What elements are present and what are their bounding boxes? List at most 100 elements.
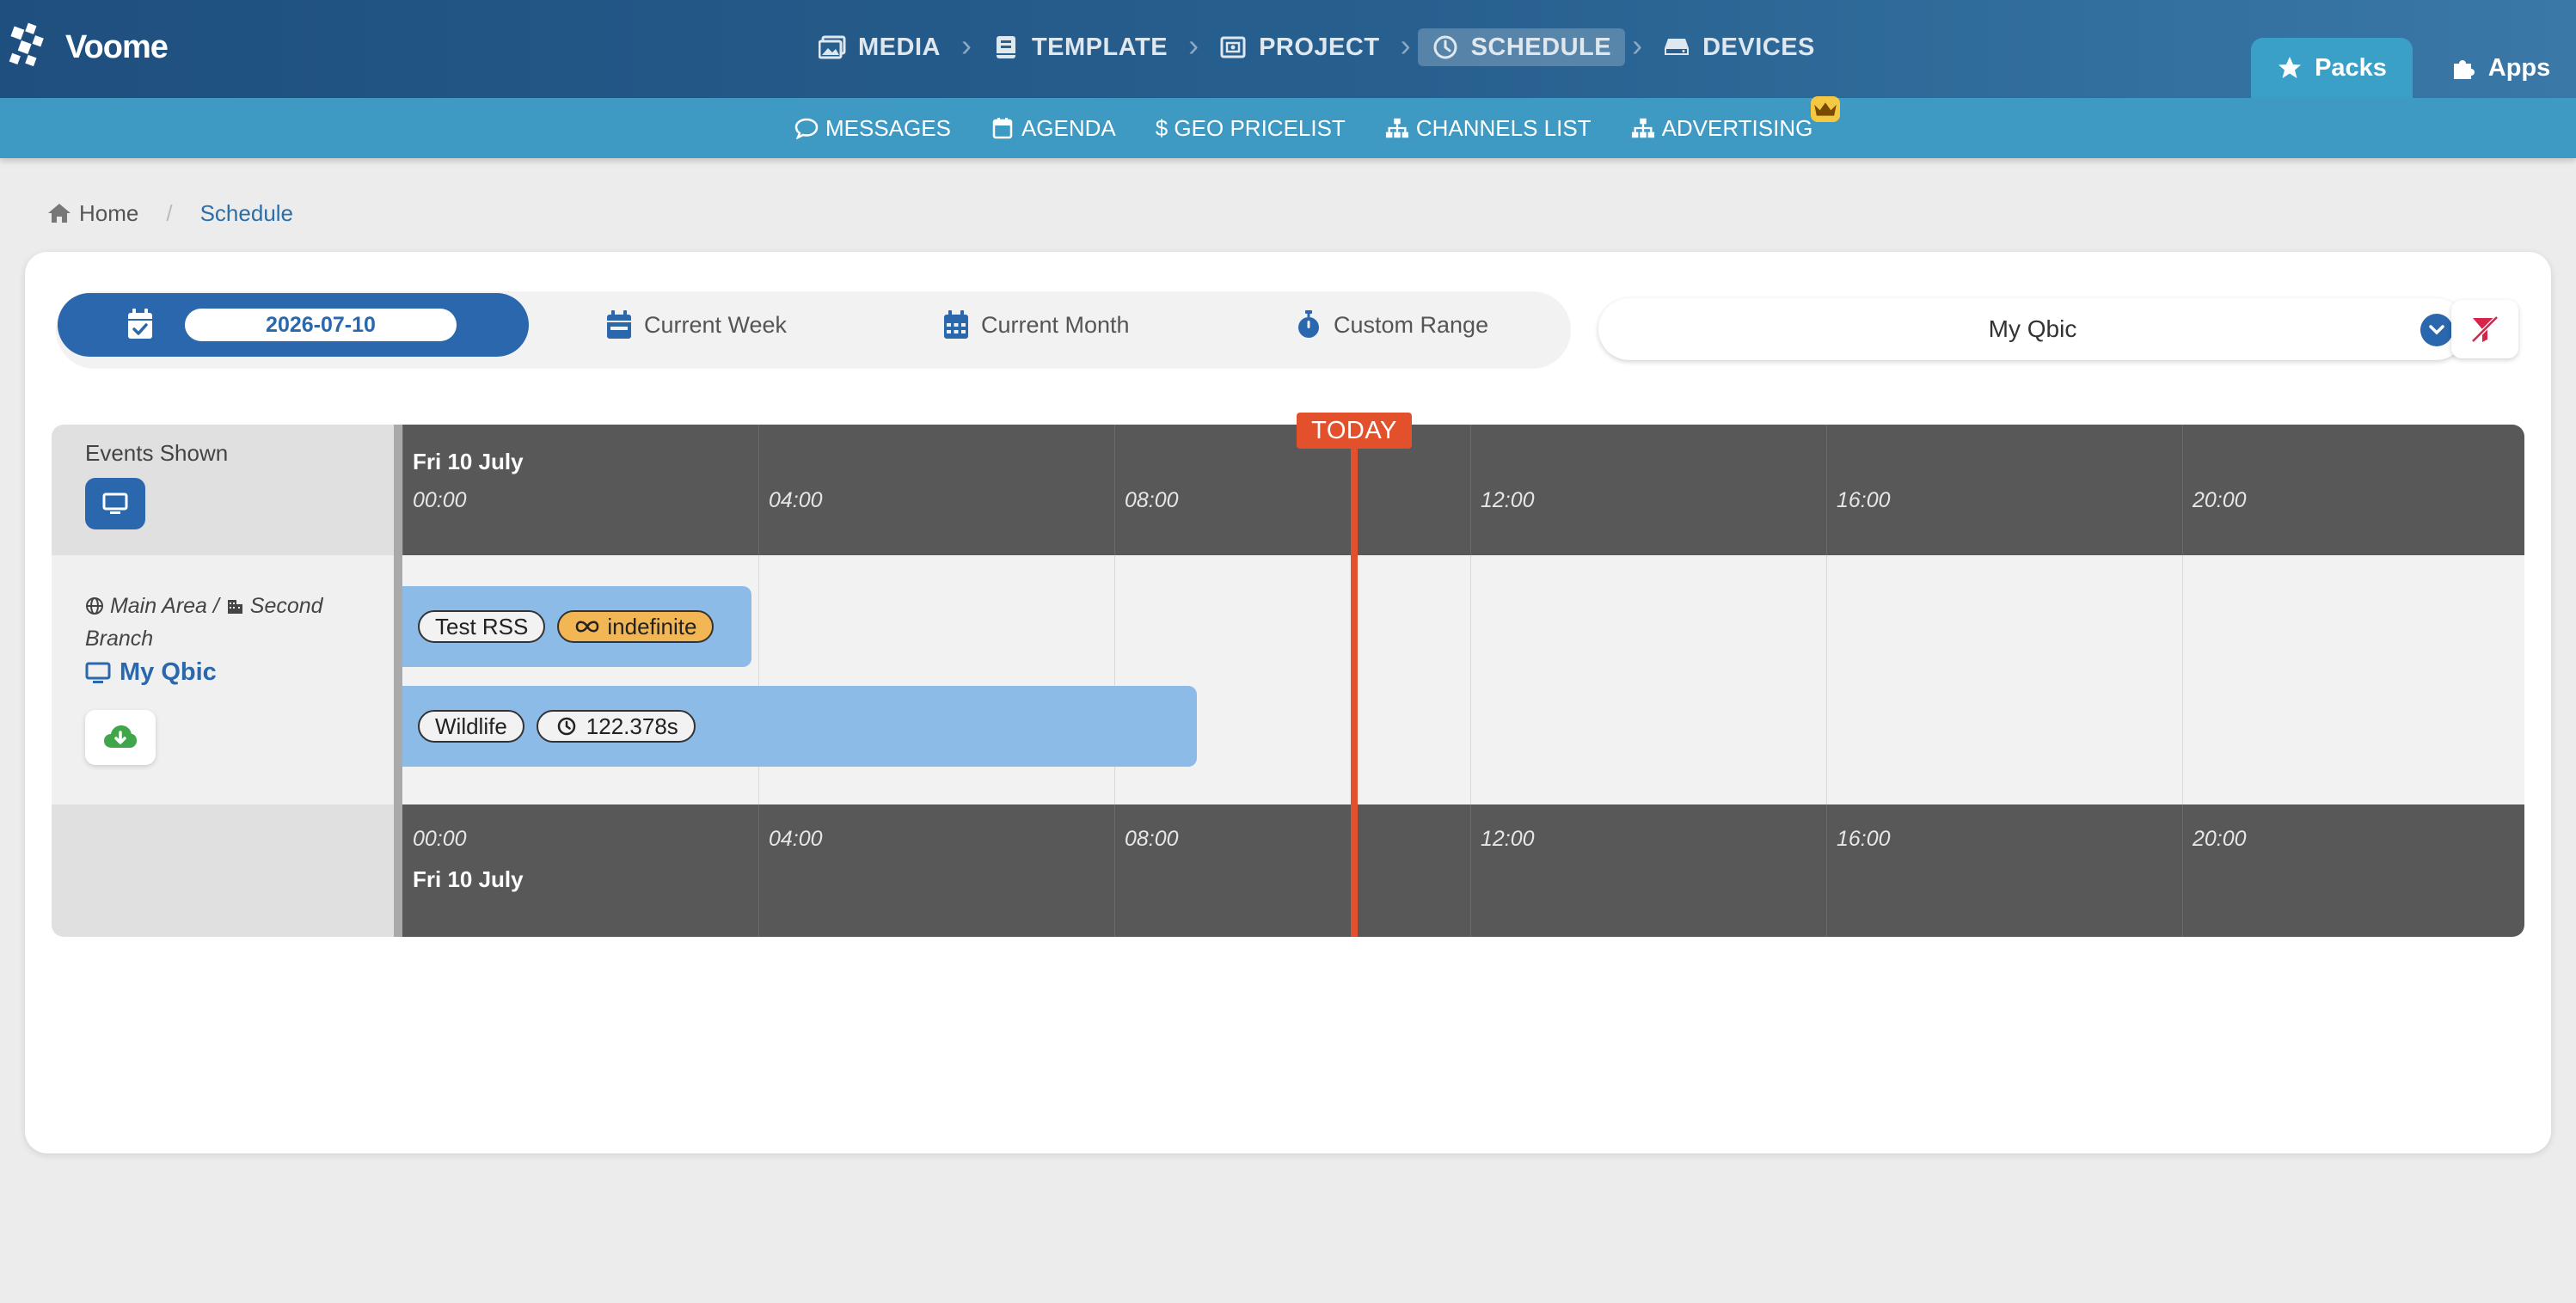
range-custom-range-label: Custom Range <box>1334 311 1489 338</box>
sitemap-icon <box>1385 118 1408 138</box>
timeline-footer: 00:00 04:00 08:00 12:00 16:00 20:00 Fri … <box>402 804 2524 937</box>
schedule-event[interactable]: Wildlife 122.378s <box>402 686 1197 767</box>
clear-filter-button[interactable] <box>2451 300 2518 358</box>
hour-label: 20:00 <box>2193 827 2247 851</box>
schedule-event[interactable]: Test RSS indefinite <box>402 586 751 667</box>
stopwatch-icon <box>1298 310 1319 338</box>
subnav-messages-label: MESSAGES <box>825 114 951 141</box>
area-name: Main Area <box>109 594 207 618</box>
hour-label: 08:00 <box>1125 488 1179 512</box>
calendar-icon <box>992 118 1013 139</box>
schedule-card: 2026-07-10 Current Week Current Month Cu… <box>25 252 2551 1153</box>
breadcrumb-home[interactable]: Home <box>46 200 138 227</box>
events-shown-toggle[interactable] <box>85 478 145 529</box>
subnav-geo-pricelist[interactable]: $ GEO PRICELIST <box>1156 115 1346 142</box>
breadcrumb-separator: / <box>166 199 173 226</box>
subnav-advertising-label: ADVERTISING <box>1661 114 1813 141</box>
hour-label: 20:00 <box>2193 488 2247 512</box>
project-icon <box>1220 36 1246 58</box>
breadcrumb-current: Schedule <box>199 199 294 226</box>
clock-icon <box>557 717 576 736</box>
events-shown-title: Events Shown <box>85 440 229 466</box>
images-icon <box>819 35 846 59</box>
nav-project-label: PROJECT <box>1259 33 1380 61</box>
range-selector: 2026-07-10 Current Week Current Month Cu… <box>56 291 1571 369</box>
calendar-week-icon <box>607 310 631 339</box>
nav-project[interactable]: PROJECT <box>1205 28 1393 66</box>
subnav-messages[interactable]: MESSAGES <box>794 115 951 142</box>
nav-template[interactable]: TEMPLATE <box>978 28 1181 66</box>
hour-gridline <box>1470 425 1471 555</box>
nav-devices-label: DEVICES <box>1702 33 1815 61</box>
header-day-label: Fri 10 July <box>413 449 524 474</box>
nav-devices[interactable]: DEVICES <box>1649 28 1829 66</box>
tab-apps[interactable]: Apps <box>2425 38 2576 98</box>
device-filter-value: My Qbic <box>1988 315 2077 342</box>
tab-packs-label: Packs <box>2315 53 2387 82</box>
hour-gridline <box>402 425 403 555</box>
device-link[interactable]: My Qbic <box>85 658 217 687</box>
hour-gridline <box>1114 555 1115 804</box>
download-button[interactable] <box>85 710 156 765</box>
book-icon <box>996 36 1015 58</box>
hour-gridline <box>758 804 759 937</box>
event-name-chip: Test RSS <box>418 610 546 643</box>
subnav-advertising[interactable]: ADVERTISING <box>1631 95 1841 142</box>
range-day-segment[interactable]: 2026-07-10 <box>58 293 529 357</box>
subnav-geo-pricelist-label: $ GEO PRICELIST <box>1155 114 1346 141</box>
nav-media-label: MEDIA <box>858 33 941 61</box>
hour-gridline <box>1114 804 1115 937</box>
premium-badge <box>1811 95 1841 122</box>
brand-name: Voome <box>65 28 169 65</box>
subnav-agenda[interactable]: AGENDA <box>991 115 1116 142</box>
cloud-download-icon <box>104 725 137 748</box>
comment-icon <box>794 118 819 139</box>
nav-schedule[interactable]: SCHEDULE <box>1417 28 1626 66</box>
date-input[interactable]: 2026-07-10 <box>185 309 457 341</box>
timeline-body: Test RSS indefinite Wildlife 122.378s <box>402 555 2524 804</box>
hour-gridline <box>2182 425 2183 555</box>
tab-apps-label: Apps <box>2487 53 2551 82</box>
hour-label: 16:00 <box>1837 827 1891 851</box>
range-current-month[interactable]: Current Month <box>943 293 1130 357</box>
brand-logo[interactable]: Voome <box>7 19 169 76</box>
hour-label: 08:00 <box>1125 827 1179 851</box>
timeline-divider <box>394 425 402 937</box>
device-filter-select[interactable]: My Qbic <box>1598 298 2467 360</box>
sub-nav: MESSAGES AGENDA $ GEO PRICELIST CHANNELS… <box>794 95 1841 158</box>
tab-packs[interactable]: Packs <box>2251 38 2413 98</box>
hour-gridline <box>2182 804 2183 937</box>
calendar-check-icon <box>128 309 152 339</box>
hour-label: 04:00 <box>769 827 823 851</box>
nav-chevron-icon: › <box>1400 28 1411 63</box>
hour-gridline <box>1470 804 1471 937</box>
hour-label: 04:00 <box>769 488 823 512</box>
top-navbar: Voome MEDIA › TEMPLATE › PROJECT › SCHED… <box>0 0 2576 98</box>
globe-icon <box>86 597 103 615</box>
calendar-month-icon <box>944 310 968 339</box>
hour-label: 00:00 <box>413 488 467 512</box>
timeline-header: Fri 10 July 00:00 04:00 08:00 12:00 16:0… <box>402 425 2524 555</box>
hour-gridline <box>2182 555 2183 804</box>
range-custom-range[interactable]: Custom Range <box>1296 293 1488 357</box>
schedule-timeline: Events Shown Main Area / Second Branch M… <box>52 413 2524 937</box>
subnav-channels-list-label: CHANNELS LIST <box>1415 114 1592 141</box>
today-marker-badge: TODAY <box>1297 413 1412 449</box>
building-icon <box>227 600 242 614</box>
star-icon <box>2279 57 2302 78</box>
hour-gridline <box>758 425 759 555</box>
today-marker-line <box>1351 425 1358 937</box>
home-icon <box>48 204 71 223</box>
monitor-icon <box>85 662 111 683</box>
breadcrumb: Home / Schedule <box>46 199 293 227</box>
hour-label: 12:00 <box>1481 488 1535 512</box>
voome-logo-icon <box>9 22 44 67</box>
subnav-channels-list[interactable]: CHANNELS LIST <box>1385 115 1592 142</box>
crown-icon <box>1814 101 1837 116</box>
event-duration-chip: indefinite <box>557 610 715 643</box>
puzzle-icon <box>2453 60 2475 79</box>
nav-chevron-icon: › <box>1188 28 1199 63</box>
range-current-week[interactable]: Current Week <box>606 293 787 357</box>
nav-media[interactable]: MEDIA <box>805 28 954 66</box>
area-path: Main Area / Second Branch <box>85 590 377 655</box>
